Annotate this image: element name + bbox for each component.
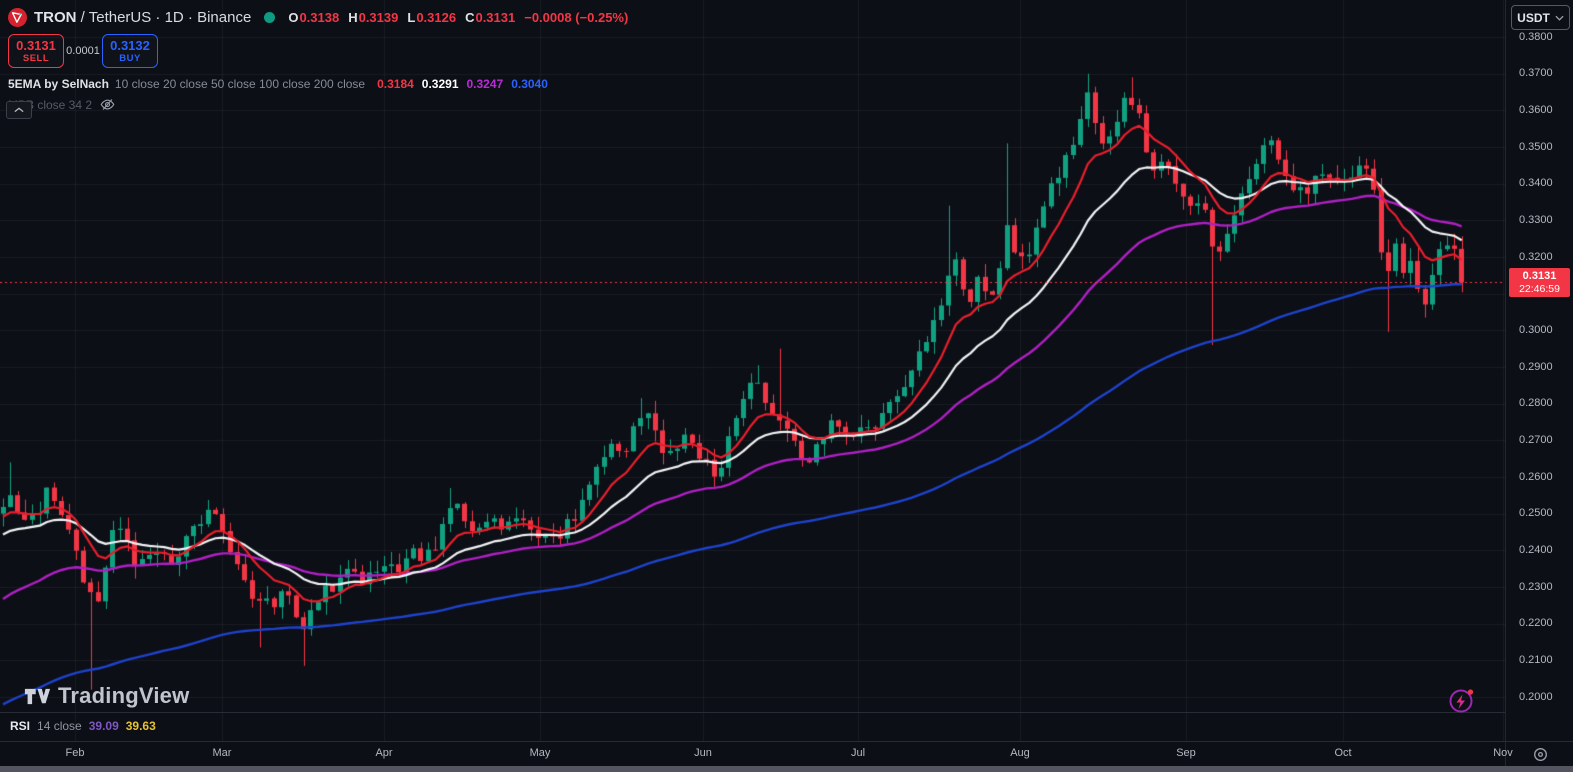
price-tick-label: 0.3800	[1519, 30, 1553, 43]
currency-label: USDT	[1517, 10, 1550, 25]
price-tick-label: 0.3000	[1519, 323, 1553, 336]
ema-value: 0.3184	[377, 77, 414, 91]
lightning-icon	[1449, 689, 1474, 713]
sell-price: 0.3131	[16, 37, 56, 53]
symbol-details: / TetherUS · 1D · Binance	[80, 8, 252, 26]
price-tick-label: 0.3700	[1519, 67, 1553, 80]
price-axis[interactable]: 0.3131 22:46:59 0.3800 0.3700 0.3600 0.3500…	[1505, 0, 1573, 741]
month-label: May	[529, 747, 551, 759]
price-tick-label: 0.2300	[1519, 580, 1553, 593]
pane-separator[interactable]	[0, 712, 1505, 713]
tradingview-chart-window: TRON / TetherUS · 1D · Binance O 0.3138 H…	[0, 0, 1573, 772]
price-tick-label: 0.3300	[1519, 213, 1553, 226]
close-label: C	[465, 9, 475, 25]
low-value: 0.3126	[416, 9, 457, 25]
tradingview-watermark-text: TradingView	[58, 683, 190, 708]
symbol-row: TRON / TetherUS · 1D · Binance O 0.3138 H…	[8, 5, 628, 29]
tradingview-logo-icon	[24, 688, 51, 704]
ema-indicator-params: 10 close 20 close 50 close 100 close 200…	[114, 77, 366, 91]
low-label: L	[407, 9, 416, 25]
buy-price: 0.3132	[110, 37, 150, 53]
rsi-value: 39.09	[88, 719, 119, 733]
price-tick-label: 0.2400	[1519, 543, 1553, 556]
ema-value: 0.3040	[511, 77, 548, 91]
chevron-up-icon	[14, 107, 24, 113]
month-label: Feb	[65, 747, 85, 759]
month-label: Nov	[1493, 747, 1513, 759]
market-open-dot-icon[interactable]	[264, 11, 276, 23]
last-price-tag: 0.3131 22:46:59	[1509, 268, 1570, 297]
rsi-ma-value: 39.63	[125, 719, 156, 733]
rsi-title: RSI	[10, 719, 31, 733]
session-clock-icon[interactable]	[1533, 747, 1548, 762]
ema-value: 0.3291	[421, 77, 459, 91]
month-label: Jun	[694, 747, 712, 759]
ema-indicator-values: 0.3184 0.3291 0.3247 0.3040	[377, 77, 548, 91]
high-value: 0.3139	[358, 9, 399, 25]
high-label: H	[348, 9, 358, 25]
chart-legend: TRON / TetherUS · 1D · Binance O 0.3138 H…	[6, 5, 628, 119]
month-label: Mar	[212, 747, 232, 759]
symbol-title[interactable]: TRON / TetherUS · 1D · Binance	[34, 9, 251, 26]
price-tick-label: 0.3600	[1519, 103, 1553, 116]
ema-indicator-title: 5EMA by SelNach	[8, 77, 109, 91]
symbol-name: TRON	[34, 8, 77, 26]
price-tick-label: 0.2100	[1519, 653, 1553, 666]
buy-label: BUY	[119, 52, 141, 64]
ohlc-values: O 0.3138 H 0.3139 L 0.3126 C 0.3131 −0.0008 …	[288, 10, 628, 25]
month-label: Apr	[375, 747, 393, 759]
legend-collapse-button[interactable]	[6, 101, 32, 119]
price-tick-label: 0.2800	[1519, 397, 1553, 410]
currency-dropdown[interactable]: USDT	[1511, 5, 1570, 30]
open-value: 0.3138	[299, 9, 340, 25]
price-tick-label: 0.3200	[1519, 250, 1553, 263]
price-tick-label: 0.2000	[1519, 690, 1553, 703]
price-tick-label: 0.3400	[1519, 177, 1553, 190]
price-tick-label: 0.3500	[1519, 140, 1553, 153]
quick-actions-button[interactable]	[1448, 686, 1476, 714]
ema-indicator-row[interactable]: 5EMA by SelNach 10 close 20 close 50 clo…	[8, 77, 628, 91]
rsi-indicator-row[interactable]: RSI 14 close 39.09 39.63	[10, 719, 156, 733]
month-label: Aug	[1010, 747, 1030, 759]
month-label: Sep	[1176, 747, 1196, 759]
rsi-params: 14 close	[37, 719, 82, 733]
spread-value: 0.0001	[66, 45, 100, 57]
price-tick-label: 0.2900	[1519, 360, 1553, 373]
month-label: Jul	[850, 747, 866, 759]
tron-logo-icon	[8, 7, 27, 27]
open-label: O	[288, 9, 299, 25]
buy-button[interactable]: 0.3132 BUY	[102, 34, 158, 68]
sell-label: SELL	[22, 52, 50, 64]
price-tick-label: 0.2500	[1519, 507, 1553, 520]
chevron-down-icon	[1555, 15, 1564, 21]
close-value: 0.3131	[475, 9, 516, 25]
bar-countdown: 22:46:59	[1519, 283, 1560, 295]
change-value: −0.0008 (−0.25%)	[524, 9, 629, 25]
time-axis[interactable]: Feb Mar Apr May Jun Jul Aug Sep Oct Nov	[0, 741, 1573, 767]
last-price-value: 0.3131	[1522, 270, 1557, 282]
horizontal-scrollbar[interactable]	[0, 766, 1573, 772]
sell-button[interactable]: 0.3131 SELL	[8, 34, 64, 68]
trade-buttons-row: 0.3131 SELL 0.0001 0.3132 BUY	[8, 34, 628, 68]
month-label: Oct	[1334, 747, 1352, 759]
price-tick-label: 0.2600	[1519, 470, 1553, 483]
eye-off-icon[interactable]	[100, 97, 115, 112]
ema-value: 0.3247	[466, 77, 504, 91]
price-tick-label: 0.2700	[1519, 433, 1553, 446]
mbb-indicator-row[interactable]: MBB close 34 2	[8, 97, 628, 112]
price-tick-label: 0.2200	[1519, 617, 1553, 630]
tradingview-watermark: TradingView	[24, 683, 189, 709]
